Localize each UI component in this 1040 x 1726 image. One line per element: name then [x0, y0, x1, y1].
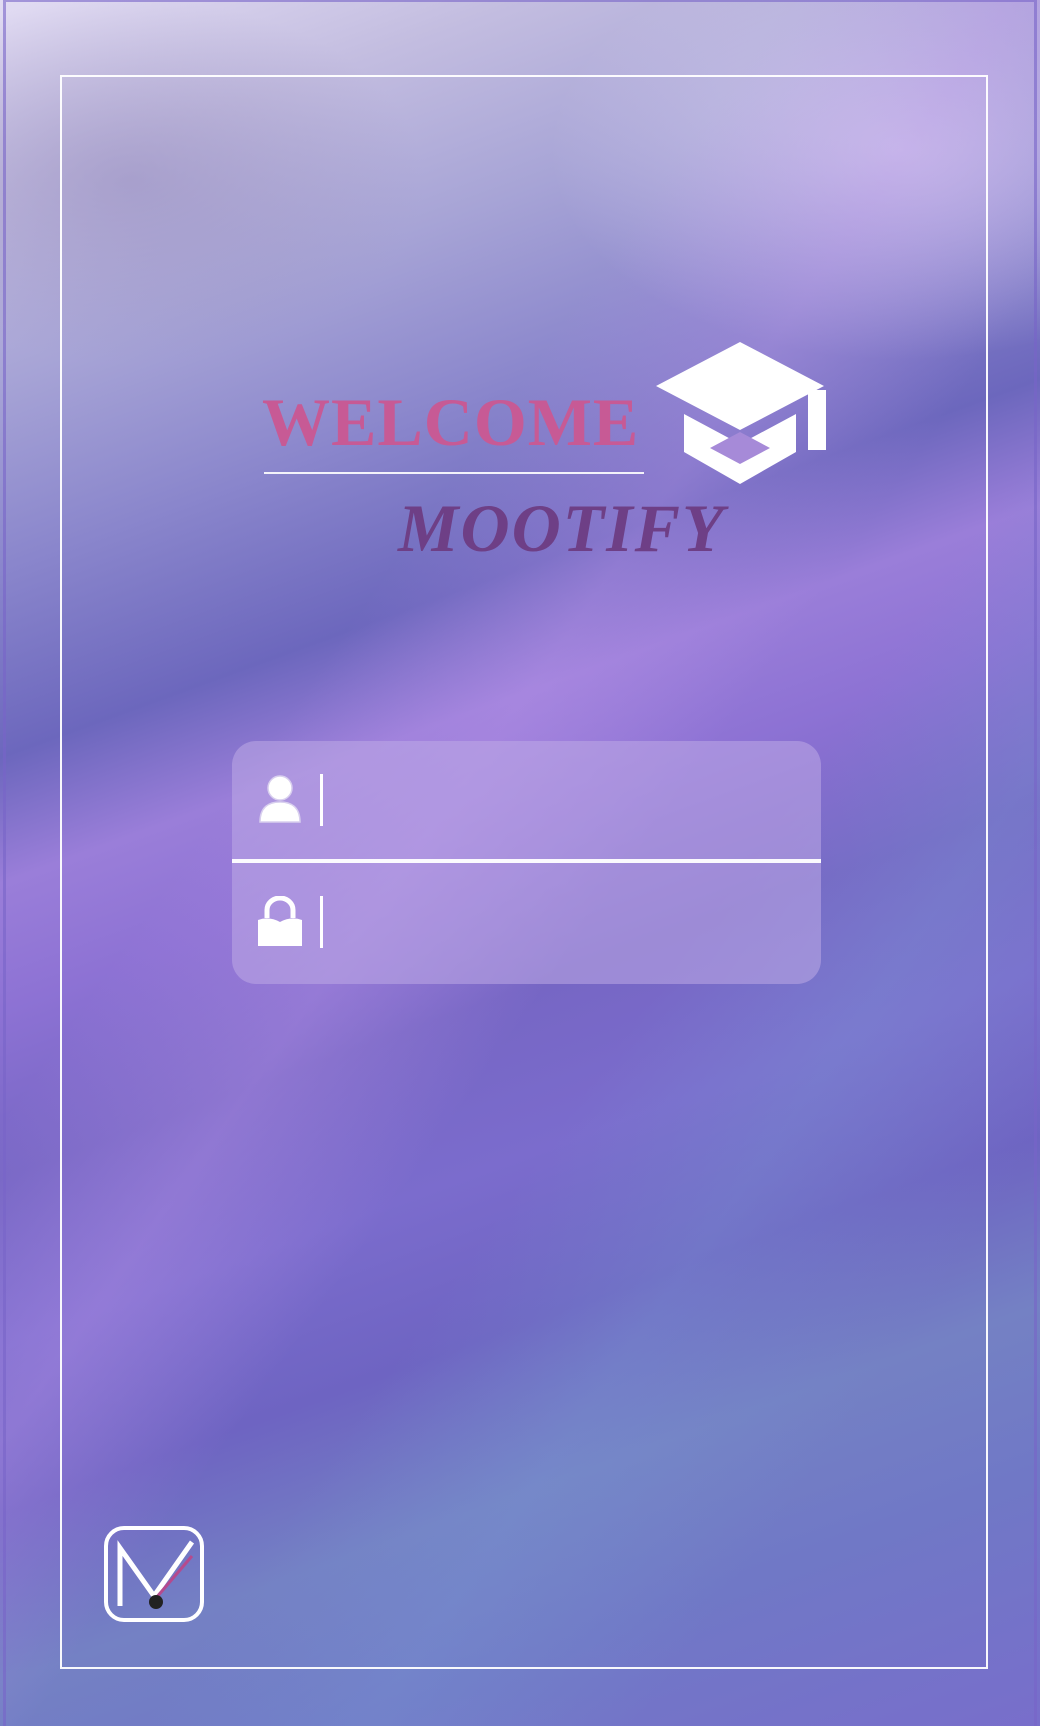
username-input[interactable] — [332, 769, 796, 831]
username-field[interactable] — [232, 741, 821, 859]
login-card — [232, 741, 821, 984]
password-caret — [320, 896, 323, 948]
lock-icon — [258, 896, 302, 948]
welcome-title: WELCOME — [262, 384, 640, 460]
brand-name: MOOTIFY — [398, 490, 726, 566]
password-input[interactable] — [332, 891, 796, 953]
graduation-cap-icon — [654, 340, 826, 486]
welcome-underline — [264, 472, 644, 474]
user-icon — [258, 774, 302, 826]
mootify-logo — [104, 1526, 204, 1622]
username-caret — [320, 774, 323, 826]
password-field[interactable] — [232, 863, 821, 981]
